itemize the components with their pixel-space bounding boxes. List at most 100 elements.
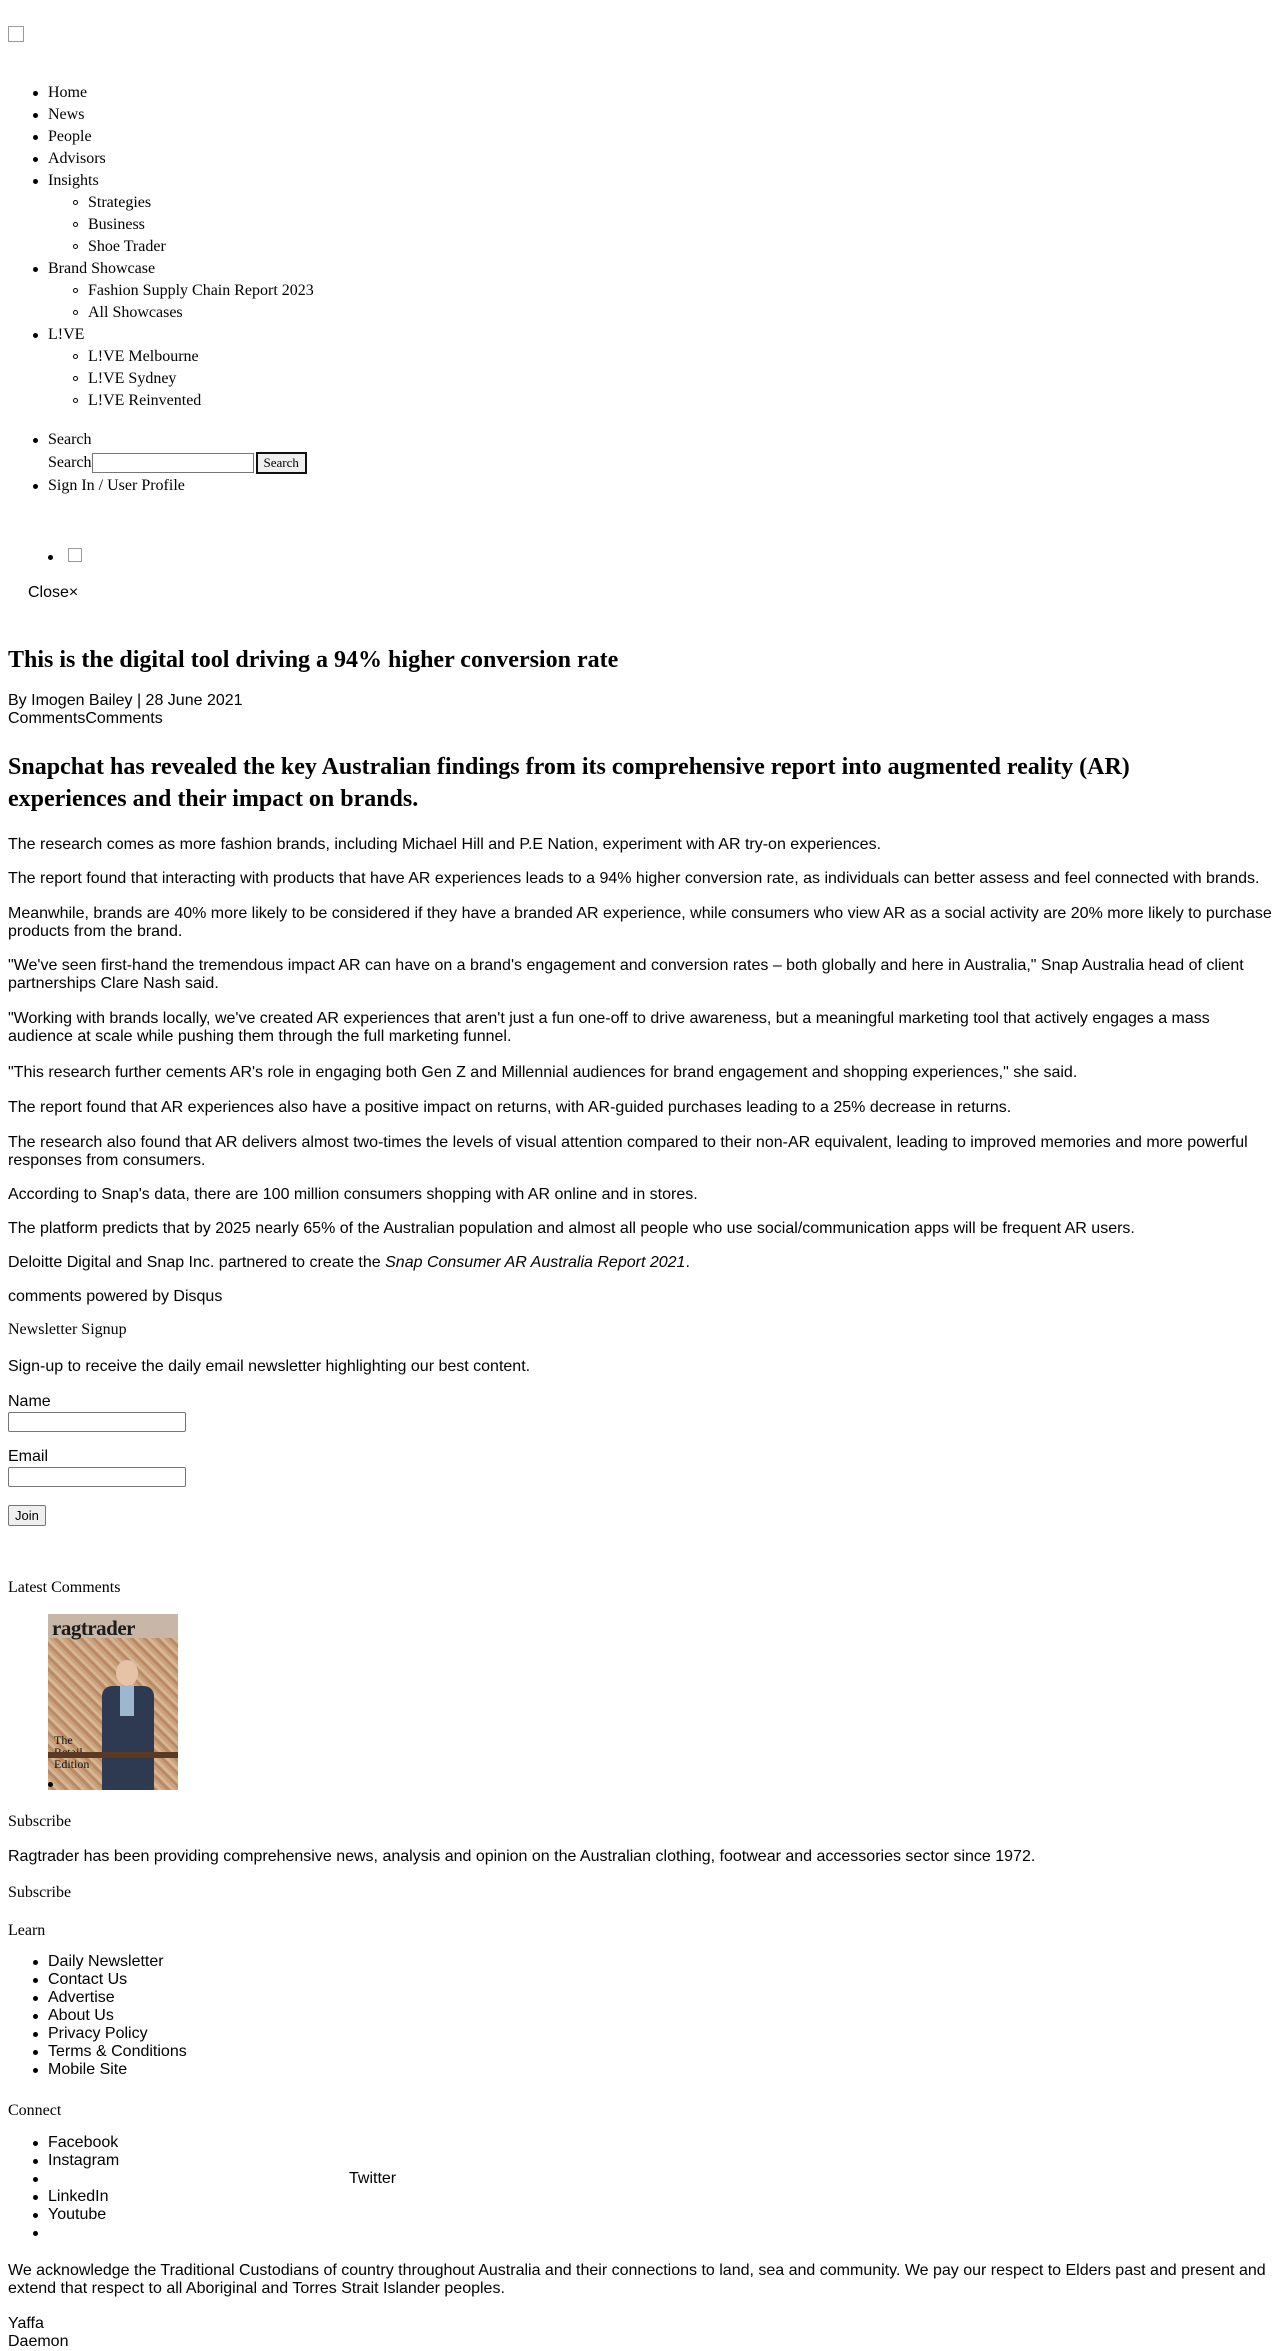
acknowledgement: We acknowledge the Traditional Custodian… <box>8 2262 1266 2297</box>
nav-item-brand-showcase[interactable]: Brand Showcase <box>33 258 314 280</box>
social-link[interactable]: Facebook <box>48 2134 118 2151</box>
search-toggle[interactable]: Search <box>48 431 92 448</box>
connect-item-instagram[interactable]: Instagram <box>33 2152 119 2170</box>
nav-item-advisors[interactable]: Advisors <box>33 148 314 170</box>
closing-text: Deloitte Digital and Snap Inc. partnered… <box>8 1254 386 1271</box>
search-input[interactable] <box>91 453 254 473</box>
nav-link-brand-showcase[interactable]: Brand Showcase <box>48 260 155 277</box>
footer-brand-daemon[interactable]: Daemon <box>8 2333 68 2351</box>
nav-item-home[interactable]: Home <box>33 82 314 104</box>
name-field[interactable] <box>8 1412 186 1432</box>
learn-item-mobile-site[interactable]: Mobile Site <box>33 2061 187 2079</box>
nav-link-news[interactable]: News <box>48 106 84 123</box>
connect-item-youtube[interactable]: Youtube <box>33 2206 119 2224</box>
learn-item-advertise[interactable]: Advertise <box>33 1989 187 2007</box>
nav-link-strategies[interactable]: Strategies <box>88 194 151 211</box>
nav-item-people[interactable]: People <box>33 126 314 148</box>
nav-link-home[interactable]: Home <box>48 84 87 101</box>
search-button[interactable]: Search <box>255 452 307 474</box>
footer-link[interactable]: Mobile Site <box>48 2061 127 2078</box>
connect-item-linkedin[interactable]: LinkedIn <box>33 2188 119 2206</box>
learn-item-about[interactable]: About Us <box>33 2007 187 2025</box>
email-label: Email <box>8 1448 49 1465</box>
sign-in-link[interactable]: Sign In / User Profile <box>48 477 185 494</box>
learn-item-privacy[interactable]: Privacy Policy <box>33 2025 187 2043</box>
bullet <box>33 267 38 272</box>
nav-subitem-shoe-trader[interactable]: Shoe Trader <box>48 236 314 258</box>
cover-person <box>100 1658 156 1790</box>
footer-link[interactable]: Terms & Conditions <box>48 2043 187 2060</box>
nav-subitem-live-sydney[interactable]: L!VE Sydney <box>48 368 314 390</box>
connect-heading: Connect <box>8 2102 62 2119</box>
footer-link[interactable]: Contact Us <box>48 1971 127 1988</box>
footer-link[interactable]: About Us <box>48 2007 114 2024</box>
nav-subitem-business[interactable]: Business <box>48 214 314 236</box>
nav-link-live-reinvented[interactable]: L!VE Reinvented <box>88 392 201 409</box>
footer-link[interactable]: Daily Newsletter <box>48 1953 164 1970</box>
sign-in-item[interactable]: Sign In / User Profile <box>33 475 185 497</box>
nav-subitem-supply-chain-report[interactable]: Fashion Supply Chain Report 2023 <box>48 280 314 302</box>
cover-rail <box>48 1752 178 1758</box>
name-label: Name <box>8 1393 51 1410</box>
nav-item-insights[interactable]: Insights <box>33 170 314 192</box>
nav-subitem-all-showcases[interactable]: All Showcases <box>48 302 314 324</box>
learn-item-daily-newsletter[interactable]: Daily Newsletter <box>33 1953 187 1971</box>
bullet <box>33 179 38 184</box>
twitter-link[interactable]: Twitter <box>349 2170 396 2188</box>
bullet <box>73 200 78 205</box>
email-field[interactable] <box>8 1467 186 1487</box>
article-paragraph: "We've seen first-hand the tremendous im… <box>8 957 1244 992</box>
search-form: Search Search <box>48 451 307 475</box>
bullet <box>33 157 38 162</box>
bullet <box>73 354 78 359</box>
nav-subitem-live-melbourne[interactable]: L!VE Melbourne <box>48 346 314 368</box>
byline: By Imogen Bailey | 28 June 2021 <box>8 692 243 709</box>
bullet <box>33 1978 38 1983</box>
nav-link-live-melbourne[interactable]: L!VE Melbourne <box>88 348 199 365</box>
comments-link[interactable]: CommentsComments <box>8 710 163 728</box>
nav-link-all-showcases[interactable]: All Showcases <box>88 304 183 321</box>
bullet <box>33 2159 38 2164</box>
nav-link-advisors[interactable]: Advisors <box>48 150 106 167</box>
nav-item-live[interactable]: L!VE <box>33 324 314 346</box>
bullet <box>73 222 78 227</box>
site-logo[interactable] <box>8 26 24 42</box>
learn-item-terms[interactable]: Terms & Conditions <box>33 2043 187 2061</box>
search-block: Search Search Search <box>33 429 307 475</box>
nav-subitem-live-reinvented[interactable]: L!VE Reinvented <box>48 390 314 412</box>
bullet <box>33 2032 38 2037</box>
learn-list: Daily Newsletter Contact Us Advertise Ab… <box>33 1953 187 2079</box>
bullet <box>33 1996 38 2001</box>
connect-item-empty[interactable] <box>33 2224 119 2242</box>
social-link[interactable]: Youtube <box>48 2206 106 2223</box>
bullet <box>33 484 38 489</box>
nav-link-live-sydney[interactable]: L!VE Sydney <box>88 370 176 387</box>
newsletter-heading: Newsletter Signup <box>8 1321 127 1338</box>
magazine-cover[interactable]: ragtrader The Retail Edition <box>48 1614 178 1790</box>
nav-link-business[interactable]: Business <box>88 216 145 233</box>
social-link[interactable]: LinkedIn <box>48 2188 109 2205</box>
nav-link-insights[interactable]: Insights <box>48 172 99 189</box>
footer-link[interactable]: Advertise <box>48 1989 115 2006</box>
connect-item-twitter[interactable] <box>33 2170 119 2188</box>
learn-item-contact[interactable]: Contact Us <box>33 1971 187 1989</box>
join-button[interactable]: Join <box>8 1505 46 1526</box>
nav-item-news[interactable]: News <box>33 104 314 126</box>
nav-link-people[interactable]: People <box>48 128 92 145</box>
connect-item-facebook[interactable]: Facebook <box>33 2134 119 2152</box>
bullet <box>33 135 38 140</box>
subscribe-link[interactable]: Subscribe <box>8 1883 71 1903</box>
close-button[interactable]: Close× <box>28 582 78 604</box>
bullet <box>73 244 78 249</box>
nav-link-live[interactable]: L!VE <box>48 326 84 343</box>
disqus-credit[interactable]: comments powered by Disqus <box>8 1288 1278 1306</box>
search-nav-item[interactable]: Search <box>33 429 307 451</box>
report-name: Snap Consumer AR Australia Report 2021 <box>385 1254 686 1271</box>
footer-brand-yaffa[interactable]: Yaffa <box>8 2315 44 2333</box>
social-link[interactable]: Instagram <box>48 2152 119 2169</box>
bullet <box>33 333 38 338</box>
nav-link-shoe-trader[interactable]: Shoe Trader <box>88 238 166 255</box>
nav-link-supply-chain-report[interactable]: Fashion Supply Chain Report 2023 <box>88 282 314 299</box>
footer-link[interactable]: Privacy Policy <box>48 2025 148 2042</box>
nav-subitem-strategies[interactable]: Strategies <box>48 192 314 214</box>
